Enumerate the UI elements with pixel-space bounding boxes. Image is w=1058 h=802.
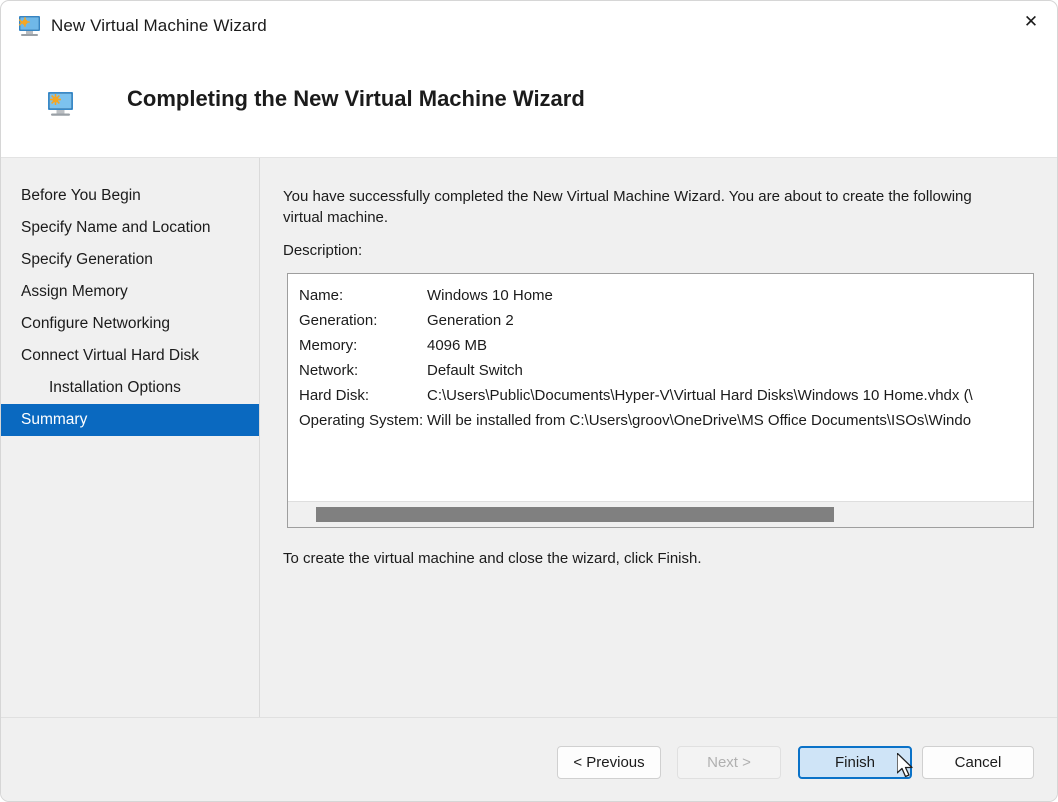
next-button: Next > bbox=[677, 746, 781, 779]
wizard-step-nav: Before You Begin Specify Name and Locatio… bbox=[1, 158, 260, 717]
sidebar-item-label: Assign Memory bbox=[21, 283, 128, 301]
detail-row: Network:Default Switch bbox=[288, 358, 1033, 383]
detail-key: Name: bbox=[288, 287, 427, 304]
previous-button[interactable]: < Previous bbox=[557, 746, 661, 779]
close-icon[interactable]: ✕ bbox=[1005, 1, 1057, 41]
footnote-text: To create the virtual machine and close … bbox=[283, 550, 702, 567]
detail-key: Memory: bbox=[288, 337, 427, 354]
cancel-button[interactable]: Cancel bbox=[922, 746, 1034, 779]
description-label: Description: bbox=[283, 242, 362, 259]
description-box[interactable]: Name:Windows 10 HomeGeneration:Generatio… bbox=[287, 273, 1034, 528]
detail-row: Hard Disk:C:\Users\Public\Documents\Hype… bbox=[288, 383, 1033, 408]
virtual-machine-monitor-icon bbox=[45, 91, 75, 119]
detail-key: Operating System: bbox=[288, 412, 427, 429]
sidebar-item-label: Installation Options bbox=[49, 379, 181, 397]
finish-button[interactable]: Finish bbox=[798, 746, 912, 779]
detail-key: Network: bbox=[288, 362, 427, 379]
description-rows: Name:Windows 10 HomeGeneration:Generatio… bbox=[288, 283, 1033, 433]
wizard-body: Before You Begin Specify Name and Locatio… bbox=[1, 158, 1057, 717]
detail-key: Generation: bbox=[288, 312, 427, 329]
sidebar-item-summary[interactable]: Summary bbox=[1, 404, 259, 436]
sidebar-item-assign-memory[interactable]: Assign Memory bbox=[1, 276, 259, 308]
page-title: Completing the New Virtual Machine Wizar… bbox=[127, 86, 585, 112]
detail-row: Name:Windows 10 Home bbox=[288, 283, 1033, 308]
sidebar-item-label: Specify Name and Location bbox=[21, 219, 211, 237]
wizard-footer: < Previous Next > Finish Cancel bbox=[1, 717, 1057, 802]
window-title: New Virtual Machine Wizard bbox=[51, 16, 267, 36]
detail-row: Memory:4096 MB bbox=[288, 333, 1033, 358]
scrollbar-thumb[interactable] bbox=[316, 507, 834, 522]
sidebar-item-installation-options[interactable]: Installation Options bbox=[1, 372, 259, 404]
sidebar-item-label: Specify Generation bbox=[21, 251, 153, 269]
detail-value: 4096 MB bbox=[427, 337, 487, 354]
sidebar-item-label: Summary bbox=[21, 411, 87, 429]
detail-value: Generation 2 bbox=[427, 312, 514, 329]
wizard-header: Completing the New Virtual Machine Wizar… bbox=[1, 55, 1057, 158]
detail-value: Windows 10 Home bbox=[427, 287, 553, 304]
detail-value: C:\Users\Public\Documents\Hyper-V\Virtua… bbox=[427, 387, 973, 404]
horizontal-scrollbar[interactable] bbox=[288, 501, 1033, 527]
sidebar-item-before-you-begin[interactable]: Before You Begin bbox=[1, 180, 259, 212]
detail-value: Will be installed from C:\Users\groov\On… bbox=[427, 412, 971, 429]
sidebar-item-label: Connect Virtual Hard Disk bbox=[21, 347, 199, 365]
sidebar-item-label: Configure Networking bbox=[21, 315, 170, 333]
sidebar-item-configure-networking[interactable]: Configure Networking bbox=[1, 308, 259, 340]
intro-text: You have successfully completed the New … bbox=[283, 186, 983, 229]
detail-row: Generation:Generation 2 bbox=[288, 308, 1033, 333]
detail-row: Operating System:Will be installed from … bbox=[288, 408, 1033, 433]
detail-key: Hard Disk: bbox=[288, 387, 427, 404]
sidebar-item-label: Before You Begin bbox=[21, 187, 141, 205]
sidebar-item-specify-generation[interactable]: Specify Generation bbox=[1, 244, 259, 276]
sidebar-item-specify-name-and-location[interactable]: Specify Name and Location bbox=[1, 212, 259, 244]
sidebar-item-connect-virtual-hard-disk[interactable]: Connect Virtual Hard Disk bbox=[1, 340, 259, 372]
close-glyph: ✕ bbox=[1024, 13, 1038, 30]
new-virtual-machine-wizard-window: New Virtual Machine Wizard ✕ bbox=[0, 0, 1058, 802]
wizard-content: You have successfully completed the New … bbox=[261, 158, 1057, 717]
title-bar: New Virtual Machine Wizard ✕ bbox=[1, 1, 1057, 55]
virtual-machine-monitor-icon bbox=[16, 15, 42, 39]
detail-value: Default Switch bbox=[427, 362, 523, 379]
